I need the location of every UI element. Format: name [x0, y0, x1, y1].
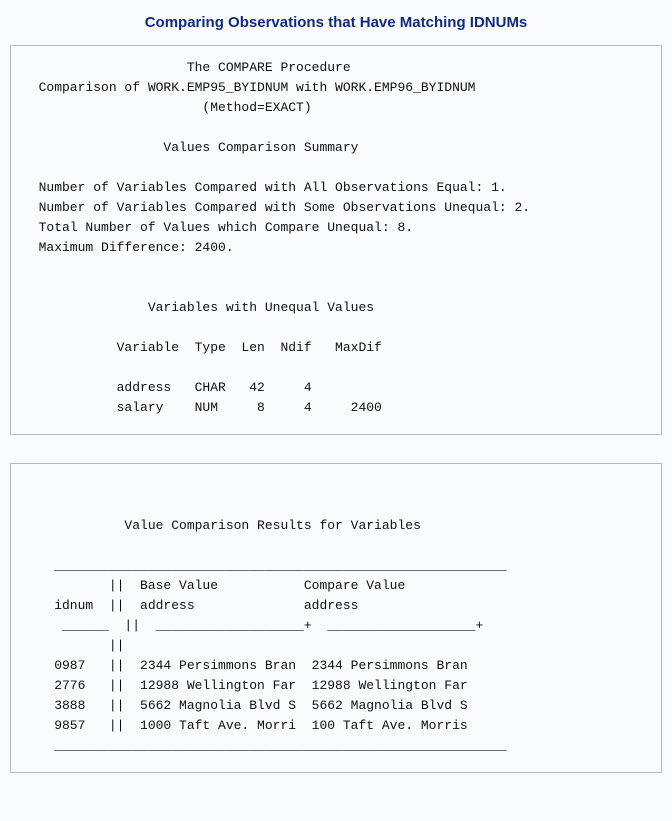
line: 3888 || 5662 Magnolia Blvd S 5662 Magnol…	[23, 698, 468, 713]
line: idnum || address address	[23, 598, 358, 613]
line: salary NUM 8 4 2400	[23, 400, 382, 415]
line: address CHAR 42 4	[23, 380, 312, 395]
line: ______ || ___________________+ _________…	[23, 618, 483, 633]
line: Comparison of WORK.EMP95_BYIDNUM with WO…	[23, 80, 475, 95]
results-frame: Value Comparison Results for Variables _…	[10, 463, 662, 773]
line: ||	[23, 638, 124, 653]
line: Number of Variables Compared with All Ob…	[23, 180, 507, 195]
line: Number of Variables Compared with Some O…	[23, 200, 530, 215]
line: 0987 || 2344 Persimmons Bran 2344 Persim…	[23, 658, 468, 673]
line: Variables with Unequal Values	[23, 300, 374, 315]
line: Variable Type Len Ndif MaxDif	[23, 340, 382, 355]
summary-output: The COMPARE Procedure Comparison of WORK…	[23, 58, 649, 418]
line: The COMPARE Procedure	[23, 60, 351, 75]
summary-frame: The COMPARE Procedure Comparison of WORK…	[10, 45, 662, 435]
page-title: Comparing Observations that Have Matchin…	[10, 14, 662, 31]
results-output: Value Comparison Results for Variables _…	[23, 476, 649, 756]
line: 9857 || 1000 Taft Ave. Morri 100 Taft Av…	[23, 718, 468, 733]
line: Value Comparison Results for Variables	[23, 518, 421, 533]
line: ________________________________________…	[23, 738, 507, 753]
line: (Method=EXACT)	[23, 100, 312, 115]
line: Maximum Difference: 2400.	[23, 240, 234, 255]
line: ________________________________________…	[23, 558, 507, 573]
line: || Base Value Compare Value	[23, 578, 405, 593]
line: 2776 || 12988 Wellington Far 12988 Welli…	[23, 678, 468, 693]
line: Values Comparison Summary	[23, 140, 358, 155]
line: Total Number of Values which Compare Une…	[23, 220, 413, 235]
